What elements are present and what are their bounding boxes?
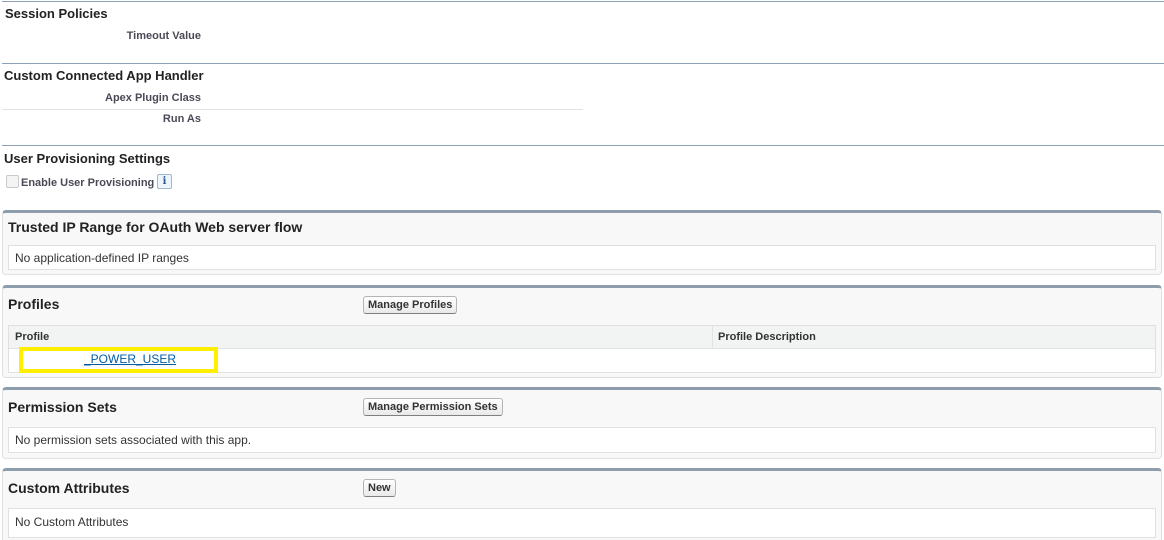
info-icon[interactable]: i [157,174,172,189]
apex-plugin-class-label: Apex Plugin Class [105,92,201,104]
custom-attributes-list: No Custom Attributes [8,508,1156,538]
custom-attributes-empty-text: No Custom Attributes [15,515,129,529]
manage-permission-sets-button[interactable]: Manage Permission Sets [363,398,503,416]
trusted-ip-empty-text: No application-defined IP ranges [15,251,189,265]
permission-sets-empty-text: No permission sets associated with this … [15,433,252,447]
user-provisioning-rule [2,145,1164,146]
profiles-table: Profile Profile Description _POWER_USER [8,325,1156,373]
run-as-label: Run As [162,113,201,125]
custom-attributes-title: Custom Attributes [8,480,130,496]
timeout-value-label: Timeout Value [126,30,201,42]
profiles-title: Profiles [8,296,60,312]
permission-sets-block: Permission Sets Manage Permission Sets N… [2,387,1162,459]
manage-profiles-button[interactable]: Manage Profiles [363,296,458,314]
custom-handler-title: Custom Connected App Handler [4,68,204,83]
enable-user-provisioning-label: Enable User Provisioning [21,177,155,189]
profile-description-column-header[interactable]: Profile Description [718,331,816,343]
trusted-ip-block: Trusted IP Range for OAuth Web server fl… [2,210,1162,275]
column-divider [712,326,713,348]
profiles-table-header: Profile Profile Description [9,326,1155,349]
custom-handler-rule [2,63,1164,64]
new-custom-attribute-button[interactable]: New [363,479,396,497]
trusted-ip-list: No application-defined IP ranges [8,245,1156,270]
permission-sets-title: Permission Sets [8,399,117,415]
permission-sets-list: No permission sets associated with this … [8,427,1156,453]
profiles-block: Profiles Manage Profiles Profile Profile… [2,285,1162,378]
trusted-ip-title: Trusted IP Range for OAuth Web server fl… [8,219,303,235]
session-policies-title: Session Policies [5,6,108,21]
enable-user-provisioning-checkbox[interactable] [6,175,19,188]
user-provisioning-title: User Provisioning Settings [4,151,171,166]
custom-attributes-block: Custom Attributes New No Custom Attribut… [2,468,1162,540]
apex-plugin-row-divider [2,109,583,110]
profile-column-header[interactable]: Profile [15,331,49,343]
highlight-box [19,347,218,373]
session-policies-rule [2,1,1164,2]
